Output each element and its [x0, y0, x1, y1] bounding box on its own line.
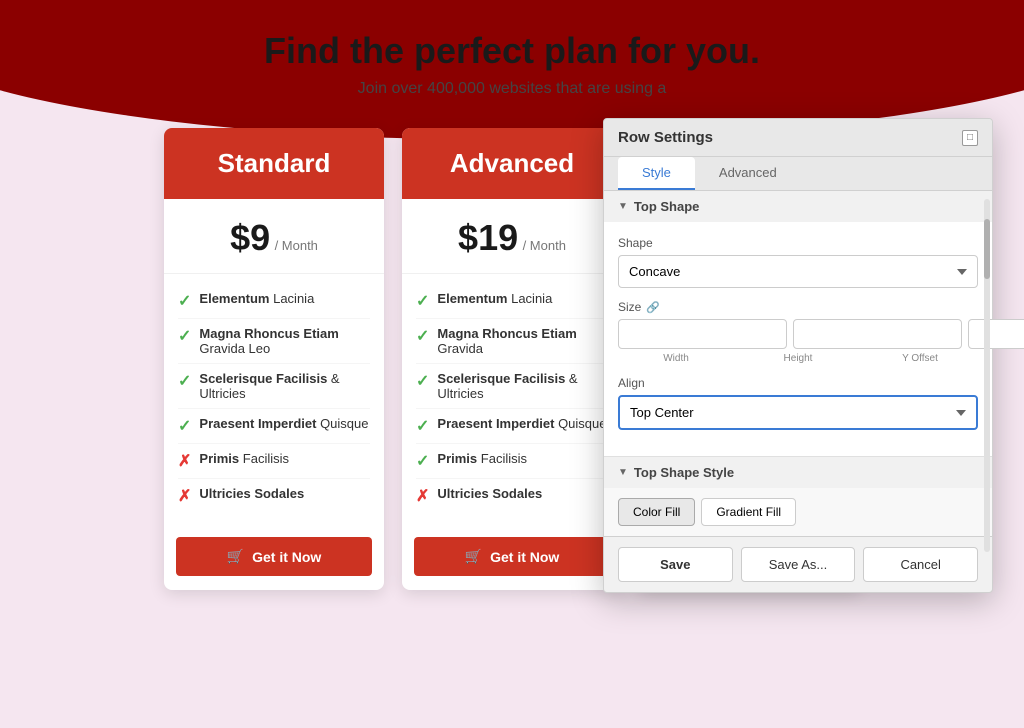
list-item: ✗ Primis Facilisis [178, 444, 370, 479]
scrollbar-thumb[interactable] [984, 219, 990, 279]
cross-icon: ✗ [178, 486, 191, 506]
link-icon: 🔗 [646, 301, 660, 314]
get-it-now-button-advanced[interactable]: 🛒 Get it Now [414, 537, 610, 576]
size-height-input[interactable] [793, 319, 962, 349]
tab-advanced[interactable]: Advanced [695, 157, 801, 190]
card-features-advanced: ✓ Elementum Lacinia ✓ Magna Rhoncus Etia… [402, 274, 622, 523]
checkmark-icon: ✓ [416, 451, 429, 471]
list-item: ✗ Ultricies Sodales [178, 479, 370, 513]
card-header-advanced: Advanced [402, 128, 622, 199]
fill-buttons-container: Color Fill Gradient Fill [604, 488, 992, 536]
get-it-now-button-standard[interactable]: 🛒 Get it Now [176, 537, 372, 576]
checkmark-icon: ✓ [416, 416, 429, 436]
size-field-row: Size 🔗 px % em Width Height Y Of [618, 300, 978, 364]
list-item: ✓ Praesent Imperdiet Quisque [416, 409, 608, 444]
cart-icon: 🛒 [465, 548, 482, 565]
list-item: ✓ Elementum Lacinia [416, 284, 608, 319]
checkmark-icon: ✓ [178, 291, 191, 311]
panel-header: Row Settings □ [604, 119, 992, 157]
checkmark-icon: ✓ [178, 371, 191, 391]
cancel-button[interactable]: Cancel [863, 547, 978, 582]
list-item: ✓ Scelerisque Facilisis & Ultricies [178, 364, 370, 409]
checkmark-icon: ✓ [416, 291, 429, 311]
tab-style[interactable]: Style [618, 157, 695, 190]
size-column-labels: Width Height Y Offset [618, 353, 978, 364]
shape-field-row: Shape Concave Convex Triangle None [618, 236, 978, 288]
panel-footer: Save Save As... Cancel [604, 536, 992, 592]
save-as-button[interactable]: Save As... [741, 547, 856, 582]
y-offset-label: Y Offset [862, 353, 978, 364]
list-item: ✓ Magna Rhoncus Etiam Gravida [416, 319, 608, 364]
top-shape-section-header[interactable]: ▼ Top Shape [604, 191, 992, 222]
top-shape-fields: Shape Concave Convex Triangle None Size … [604, 222, 992, 456]
list-item: ✓ Scelerisque Facilisis & Ultricies [416, 364, 608, 409]
cross-icon: ✗ [416, 486, 429, 506]
minimize-button[interactable]: □ [962, 130, 978, 146]
size-y-offset-input[interactable] [968, 319, 1024, 349]
panel-body: ▼ Top Shape Shape Concave Convex Triangl… [604, 191, 992, 536]
list-item: ✓ Magna Rhoncus Etiam Gravida Leo [178, 319, 370, 364]
cross-icon: ✗ [178, 451, 191, 471]
page-title: Find the perfect plan for you. [264, 30, 760, 72]
card-cta-advanced: 🛒 Get it Now [402, 523, 622, 590]
panel-scrollbar[interactable] [984, 199, 990, 552]
align-field-row: Align Top Center Top Left Top Right Bott… [618, 376, 978, 430]
cart-icon: 🛒 [227, 548, 244, 565]
chevron-down-icon: ▼ [618, 201, 628, 212]
checkmark-icon: ✓ [416, 326, 429, 346]
chevron-down-icon: ▼ [618, 467, 628, 478]
checkmark-icon: ✓ [416, 371, 429, 391]
list-item: ✓ Elementum Lacinia [178, 284, 370, 319]
size-width-input[interactable] [618, 319, 787, 349]
size-inputs-row: px % em [618, 319, 978, 349]
shape-select[interactable]: Concave Convex Triangle None [618, 255, 978, 288]
list-item: ✓ Primis Facilisis [416, 444, 608, 479]
card-features-standard: ✓ Elementum Lacinia ✓ Magna Rhoncus Etia… [164, 274, 384, 523]
pricing-card-advanced: Advanced $19 / Month ✓ Elementum Lacinia… [402, 128, 622, 590]
panel-tabs: Style Advanced [604, 157, 992, 191]
card-header-standard: Standard [164, 128, 384, 199]
checkmark-icon: ✓ [178, 326, 191, 346]
checkmark-icon: ✓ [178, 416, 191, 436]
page-subtitle: Join over 400,000 websites that are usin… [358, 80, 667, 98]
list-item: ✓ Praesent Imperdiet Quisque [178, 409, 370, 444]
gradient-fill-button[interactable]: Gradient Fill [701, 498, 796, 526]
card-cta-standard: 🛒 Get it Now [164, 523, 384, 590]
card-price-advanced: $19 / Month [402, 199, 622, 274]
pricing-card-standard: Standard $9 / Month ✓ Elementum Lacinia … [164, 128, 384, 590]
color-fill-button[interactable]: Color Fill [618, 498, 695, 526]
card-price-standard: $9 / Month [164, 199, 384, 274]
size-label: Size 🔗 [618, 300, 978, 314]
height-label: Height [740, 353, 856, 364]
align-select[interactable]: Top Center Top Left Top Right Bottom Cen… [618, 395, 978, 430]
row-settings-panel: Row Settings □ Style Advanced ▼ Top Shap… [603, 118, 993, 593]
shape-label: Shape [618, 236, 978, 250]
top-shape-style-section-header[interactable]: ▼ Top Shape Style [604, 456, 992, 488]
save-button[interactable]: Save [618, 547, 733, 582]
list-item: ✗ Ultricies Sodales [416, 479, 608, 513]
width-label: Width [618, 353, 734, 364]
align-label: Align [618, 376, 978, 390]
panel-title: Row Settings [618, 129, 713, 146]
